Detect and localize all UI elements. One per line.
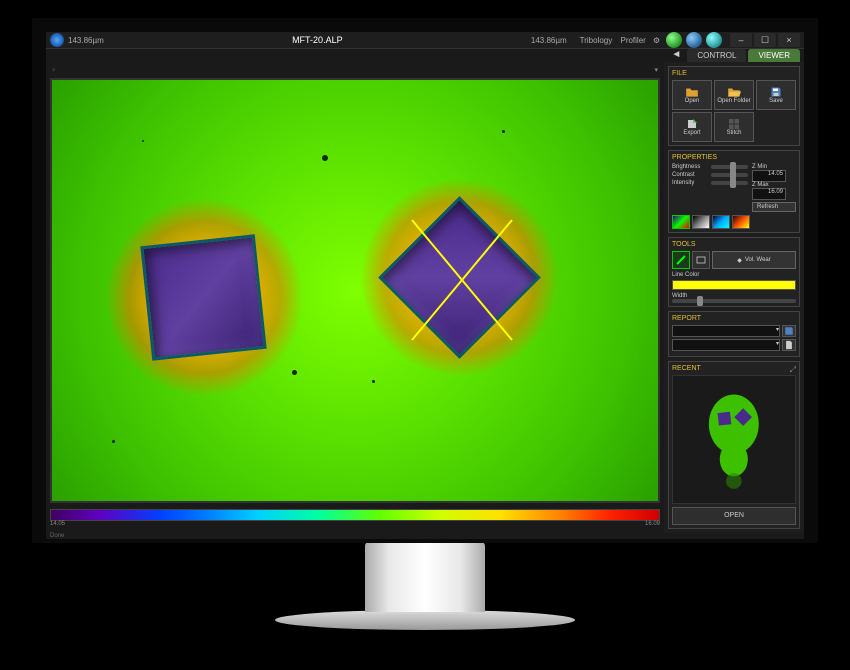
export-icon <box>685 118 699 130</box>
wear-icon: ◆ <box>737 257 742 264</box>
scale-right: 143.86µm <box>531 36 567 45</box>
indent-mark-1 <box>140 234 266 360</box>
width-slider[interactable] <box>672 299 796 303</box>
properties-panel: PROPERTIES Brightness Contrast <box>668 150 800 233</box>
orb-button-2[interactable] <box>686 32 702 48</box>
refresh-button[interactable]: Refresh <box>752 202 796 212</box>
brightness-label: Brightness <box>672 164 708 170</box>
close-button[interactable]: × <box>778 33 800 47</box>
recent-open-button[interactable]: OPEN <box>672 507 796 525</box>
colorbar-max: 16.09 <box>645 521 660 527</box>
contrast-label: Contrast <box>672 172 708 178</box>
recent-thumbnail[interactable] <box>672 375 796 504</box>
line-tool[interactable] <box>672 251 690 269</box>
status-bar: Done <box>46 533 804 539</box>
file-panel-title: FILE <box>672 70 796 77</box>
report-save-icon[interactable] <box>782 325 796 337</box>
colormap-gray[interactable] <box>692 215 710 229</box>
folder-open-icon <box>727 86 741 98</box>
side-panel: FILE Open Open Folder Save <box>664 62 804 533</box>
settings-icon[interactable]: ⚙ <box>653 36 660 45</box>
colormap-rainbow[interactable] <box>672 215 690 229</box>
orb-button-3[interactable] <box>706 32 722 48</box>
nav-tribology[interactable]: Tribology <box>580 36 613 45</box>
properties-title: PROPERTIES <box>672 154 796 161</box>
line-icon <box>675 254 687 266</box>
tools-panel: TOOLS ◆ Vol. Wear Line Color <box>668 237 800 307</box>
report-doc-icon[interactable] <box>782 339 796 351</box>
document-icon <box>784 340 794 350</box>
save-icon <box>784 326 794 336</box>
contrast-slider[interactable] <box>711 173 748 177</box>
tab-control[interactable]: CONTROL <box>687 49 746 62</box>
tools-title: TOOLS <box>672 241 796 248</box>
vol-wear-button[interactable]: ◆ Vol. Wear <box>712 251 796 269</box>
orb-button-1[interactable] <box>666 32 682 48</box>
expand-icon[interactable]: ⤢ <box>790 365 796 375</box>
intensity-label: Intensity <box>672 180 708 186</box>
title-bar: 143.86µm MFT-20.ALP 143.86µm Tribology P… <box>46 32 804 49</box>
colormap-hot[interactable] <box>732 215 750 229</box>
arrow-left-icon[interactable]: ◄ <box>671 49 681 62</box>
minimize-button[interactable]: – <box>730 33 752 47</box>
colormap-blue[interactable] <box>712 215 730 229</box>
stitch-icon <box>727 118 741 130</box>
report-panel: REPORT ▾ ▾ <box>668 311 800 357</box>
open-folder-button[interactable]: Open Folder <box>714 80 754 110</box>
report-title: REPORT <box>672 315 796 322</box>
file-panel: FILE Open Open Folder Save <box>668 66 800 146</box>
recent-panel: RECENT ⤢ OPEN <box>668 361 800 529</box>
line-color-label: Line Color <box>672 272 796 278</box>
save-icon <box>769 86 783 98</box>
zmax-input[interactable]: 16.09 <box>752 188 786 200</box>
mode-tabs: ◄ CONTROL VIEWER <box>46 49 804 62</box>
main-viewport[interactable] <box>50 78 660 503</box>
report-select-1[interactable]: ▾ <box>672 325 780 337</box>
folder-icon <box>685 86 699 98</box>
window-title: MFT-20.ALP <box>104 35 531 45</box>
rect-tool[interactable] <box>692 251 710 269</box>
nav-profiler[interactable]: Profiler <box>620 36 645 45</box>
tab-viewer[interactable]: VIEWER <box>748 49 800 62</box>
brightness-slider[interactable] <box>711 165 748 169</box>
scale-left: 143.86µm <box>68 36 104 45</box>
zmin-input[interactable]: 14.05 <box>752 170 786 182</box>
color-scale-bar <box>50 509 660 521</box>
app-logo-icon <box>50 33 64 47</box>
line-color-picker[interactable] <box>672 280 796 290</box>
report-select-2[interactable]: ▾ <box>672 339 780 351</box>
stitch-button[interactable]: Stitch <box>714 112 754 142</box>
recent-title: RECENT <box>672 365 701 372</box>
colorbar-min: 14.05 <box>50 521 65 527</box>
intensity-slider[interactable] <box>711 181 748 185</box>
open-button[interactable]: Open <box>672 80 712 110</box>
rect-icon <box>695 254 707 266</box>
export-button[interactable]: Export <box>672 112 712 142</box>
save-button[interactable]: Save <box>756 80 796 110</box>
maximize-button[interactable]: ☐ <box>754 33 776 47</box>
